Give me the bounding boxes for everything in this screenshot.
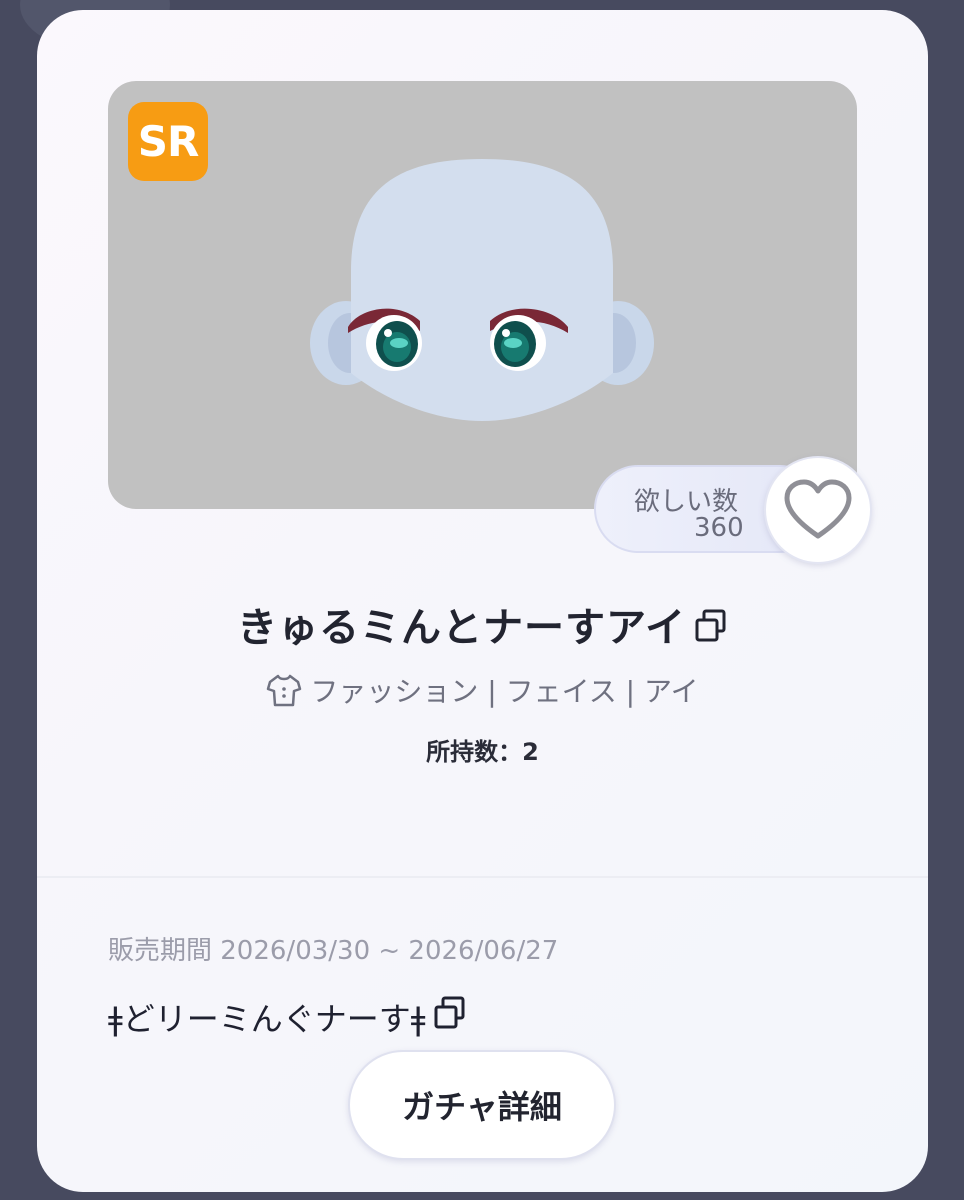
copy-icon[interactable]: [433, 996, 467, 1038]
wishlist-count: 360: [694, 513, 744, 543]
owned-count: 所持数：2: [426, 738, 539, 766]
item-detail-card: SR 欲しい数 360 きゅるミんとナーすアイ ファッション | フェイス | …: [37, 10, 928, 1192]
shirt-icon: [266, 673, 302, 714]
wishlist-heart-button[interactable]: [764, 456, 872, 564]
gacha-name: ǂどリーミんぐナーすǂ: [108, 1000, 426, 1038]
item-categories: ファッション | フェイス | アイ: [310, 675, 699, 708]
heart-icon: [784, 479, 852, 539]
item-preview-image: SR: [108, 81, 857, 509]
gacha-name-row: ǂどリーミんぐナーすǂ: [108, 994, 467, 1040]
section-divider: [37, 876, 928, 878]
gacha-details-button[interactable]: ガチャ詳細: [348, 1050, 616, 1160]
avatar-face-preview: [310, 159, 654, 421]
item-category-row: ファッション | フェイス | アイ: [37, 670, 928, 714]
rarity-badge: SR: [128, 102, 208, 181]
item-title: きゅるミんとナーすアイ: [237, 605, 686, 651]
item-title-row: きゅるミんとナーすアイ: [37, 595, 928, 653]
sale-period: 販売期間 2026/03/30 ~ 2026/06/27: [108, 936, 559, 966]
copy-icon[interactable]: [694, 607, 728, 653]
